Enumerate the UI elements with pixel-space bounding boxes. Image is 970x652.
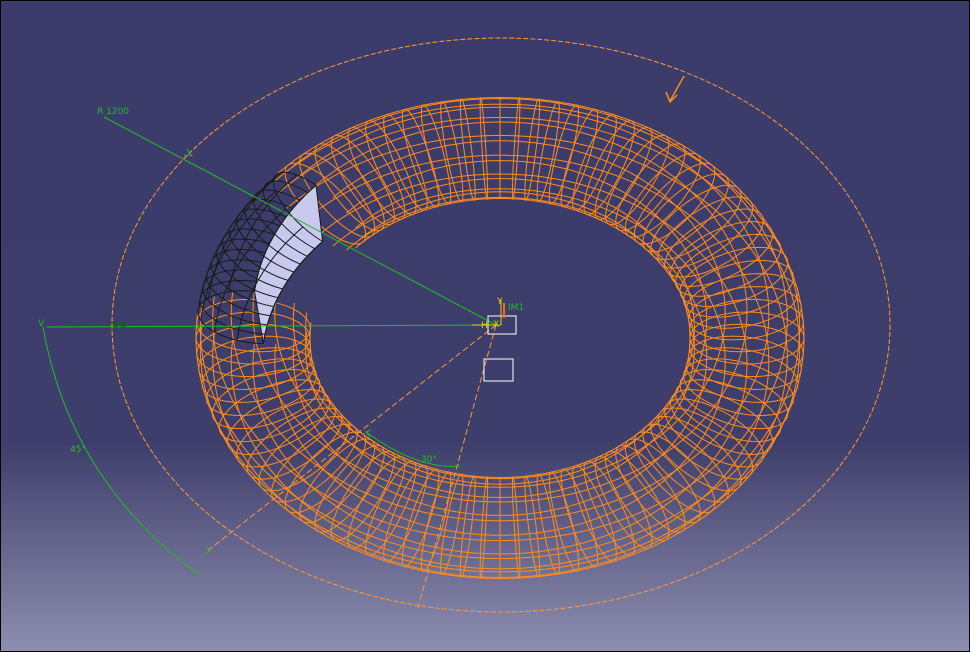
axis-h-label: H	[481, 321, 488, 331]
axis-v-label: V	[38, 319, 45, 329]
3d-viewport[interactable]: R 1200 V ⊕⊕ 45° 30° Y H X IM1	[0, 0, 970, 652]
constraint-icon[interactable]: ⊕⊕	[112, 320, 127, 330]
angle-45-label[interactable]: 45°	[70, 445, 86, 455]
compass-label: IM1	[508, 303, 524, 313]
cad-scene[interactable]: R 1200 V ⊕⊕ 45° 30° Y H X IM1	[0, 0, 970, 652]
axis-x-label: X	[493, 320, 499, 330]
radius-label[interactable]: R 1200	[97, 107, 129, 117]
angle-30-label[interactable]: 30°	[421, 455, 437, 465]
axis-y-label: Y	[496, 297, 503, 307]
